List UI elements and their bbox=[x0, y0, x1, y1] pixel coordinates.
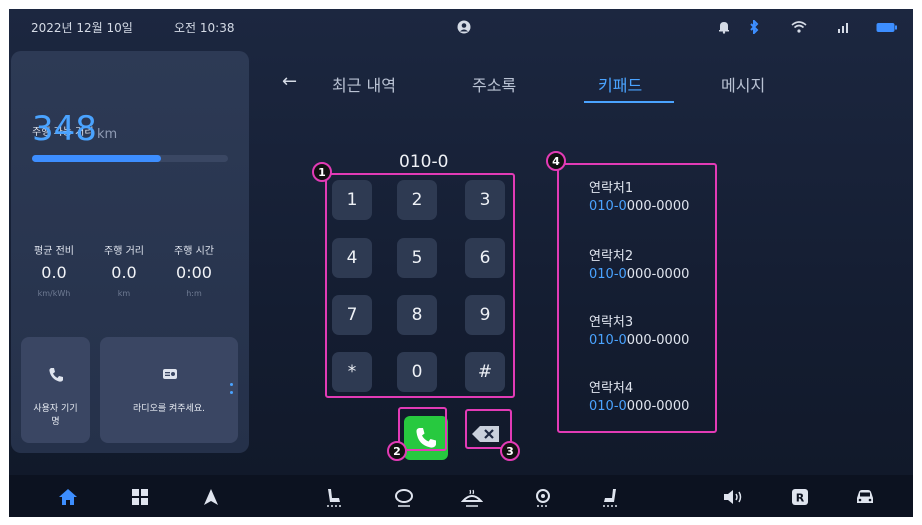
status-date: 2022년 12월 10일 bbox=[31, 21, 133, 35]
battery-icon bbox=[876, 23, 897, 32]
active-tab-indicator bbox=[584, 101, 674, 103]
volume-icon[interactable] bbox=[722, 487, 744, 507]
stat-label-distance: 주행 거리 bbox=[104, 246, 144, 257]
range-progress-bar bbox=[32, 155, 228, 162]
stat-unit-efficiency: km/kWh bbox=[37, 289, 71, 298]
rear-camera-icon[interactable]: R bbox=[790, 487, 810, 507]
contact-number-3[interactable]: 010-0000-0000 bbox=[589, 333, 689, 348]
phone-device-card[interactable]: 사용자 기기 명 bbox=[21, 337, 90, 443]
callout-badge-4: 4 bbox=[546, 151, 566, 171]
range-unit: km bbox=[97, 127, 118, 142]
radio-card-caption: 라디오를 켜주세요. bbox=[133, 404, 205, 414]
contact-name-1[interactable]: 연락처1 bbox=[589, 177, 633, 196]
tab-recent[interactable]: 최근 내역 bbox=[332, 72, 396, 96]
phone-icon bbox=[49, 368, 63, 382]
seat-heater-passenger-icon[interactable] bbox=[600, 487, 620, 507]
callout-badge-2: 2 bbox=[387, 441, 407, 461]
contact-number-1[interactable]: 010-0000-0000 bbox=[589, 199, 689, 214]
profile-icon[interactable] bbox=[457, 20, 471, 34]
steering-wheel-heater-icon[interactable] bbox=[393, 487, 415, 507]
stat-label-time: 주행 시간 bbox=[174, 246, 214, 257]
home-icon[interactable] bbox=[58, 487, 78, 507]
back-arrow-icon[interactable]: ← bbox=[282, 71, 297, 92]
tab-contacts[interactable]: 주소록 bbox=[472, 72, 516, 96]
seat-heater-driver-icon[interactable] bbox=[324, 487, 344, 507]
contact-name-4[interactable]: 연락처4 bbox=[589, 377, 633, 396]
page-dot bbox=[230, 383, 233, 386]
dialed-number: 010-0 bbox=[399, 152, 449, 172]
keypad-highlight-box bbox=[325, 173, 515, 398]
stat-unit-time: h:m bbox=[186, 289, 202, 298]
svg-text:R: R bbox=[796, 492, 805, 505]
stat-value-distance: 0.0 bbox=[111, 263, 137, 282]
windshield-defrost-icon[interactable] bbox=[461, 487, 483, 507]
bell-icon bbox=[719, 22, 729, 34]
callout-badge-3: 3 bbox=[500, 441, 520, 461]
page-dot bbox=[230, 391, 233, 394]
signal-icon bbox=[838, 23, 848, 33]
phone-screen: 2022년 12월 10일 오전 10:38 주행 가능 거리 348 km 평… bbox=[9, 9, 913, 517]
stat-label-efficiency: 평균 전비 bbox=[34, 246, 74, 257]
call-highlight-box bbox=[398, 407, 447, 451]
range-value: 348 bbox=[32, 109, 97, 149]
car-icon[interactable] bbox=[854, 487, 876, 507]
phone-card-caption-line1: 사용자 기기 bbox=[33, 404, 78, 414]
stat-value-time: 0:00 bbox=[176, 263, 212, 282]
status-time: 오전 10:38 bbox=[174, 21, 235, 35]
radio-card[interactable]: 라디오를 켜주세요. bbox=[100, 337, 238, 443]
tab-keypad[interactable]: 키패드 bbox=[598, 72, 642, 96]
stat-unit-distance: km bbox=[117, 289, 131, 298]
navigation-arrow-icon[interactable] bbox=[201, 487, 221, 507]
phone-card-caption-line2: 명 bbox=[51, 417, 60, 427]
apps-grid-icon[interactable] bbox=[130, 487, 150, 507]
bluetooth-icon bbox=[750, 20, 759, 34]
contact-number-2[interactable]: 010-0000-0000 bbox=[589, 267, 689, 282]
radio-icon bbox=[163, 369, 177, 379]
stat-value-efficiency: 0.0 bbox=[41, 263, 67, 282]
range-progress-fill bbox=[32, 155, 162, 162]
contact-number-4[interactable]: 010-0000-0000 bbox=[589, 399, 689, 414]
status-bar: 2022년 12월 10일 오전 10:38 bbox=[9, 9, 913, 45]
seat-ventilation-icon[interactable] bbox=[532, 487, 554, 507]
contact-name-3[interactable]: 연락처3 bbox=[589, 311, 633, 330]
wifi-icon bbox=[791, 21, 807, 33]
contact-name-2[interactable]: 연락처2 bbox=[589, 245, 633, 264]
tab-messages[interactable]: 메시지 bbox=[721, 72, 765, 96]
callout-badge-1: 1 bbox=[312, 162, 332, 182]
